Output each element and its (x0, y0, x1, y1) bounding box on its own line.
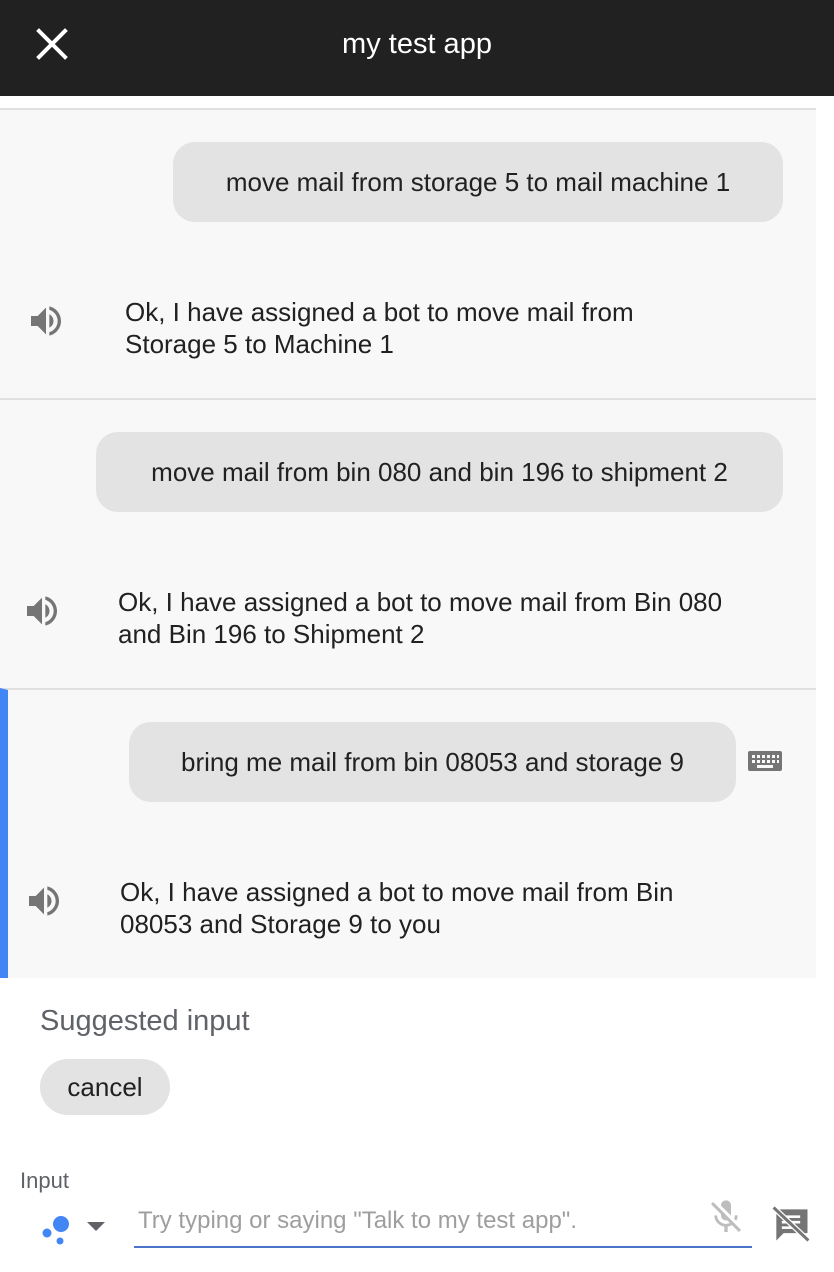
user-query-bubble[interactable]: move mail from storage 5 to mail machine… (173, 142, 783, 222)
user-query-bubble[interactable]: bring me mail from bin 08053 and storage… (129, 722, 736, 802)
suggestion-chip-cancel[interactable]: cancel (40, 1059, 170, 1115)
play-response-button[interactable] (26, 301, 66, 341)
chat-off-icon[interactable] (768, 1202, 814, 1246)
play-response-button[interactable] (22, 591, 62, 631)
query-input[interactable] (134, 1196, 752, 1248)
dropdown-arrow-icon[interactable] (84, 1218, 108, 1234)
assistant-response: Ok, I have assigned a bot to move mail f… (125, 297, 634, 359)
input-label: Input (20, 1168, 69, 1193)
play-response-button[interactable] (24, 881, 64, 921)
speaker-icon (27, 596, 57, 626)
conversation-turn-selected[interactable]: bring me mail from bin 08053 and storage… (0, 688, 816, 978)
user-query-bubble[interactable]: move mail from bin 080 and bin 196 to sh… (96, 432, 783, 512)
assistant-icon (42, 1216, 69, 1245)
app-header: my test app (0, 0, 834, 96)
speaker-icon (29, 886, 59, 916)
microphone-off-icon[interactable] (706, 1196, 746, 1238)
conversation-turn[interactable]: move mail from storage 5 to mail machine… (0, 108, 816, 398)
keyboard-icon (748, 751, 782, 771)
conversation-turn[interactable]: move mail from bin 080 and bin 196 to sh… (0, 398, 816, 688)
speaker-icon (31, 306, 61, 336)
assistant-response: Ok, I have assigned a bot to move mail f… (118, 587, 723, 649)
suggested-input-title: Suggested input (40, 1005, 250, 1037)
assistant-response: Ok, I have assigned a bot to move mail f… (120, 877, 674, 939)
app-title: my test app (342, 28, 492, 60)
conversation-edge (816, 96, 834, 979)
